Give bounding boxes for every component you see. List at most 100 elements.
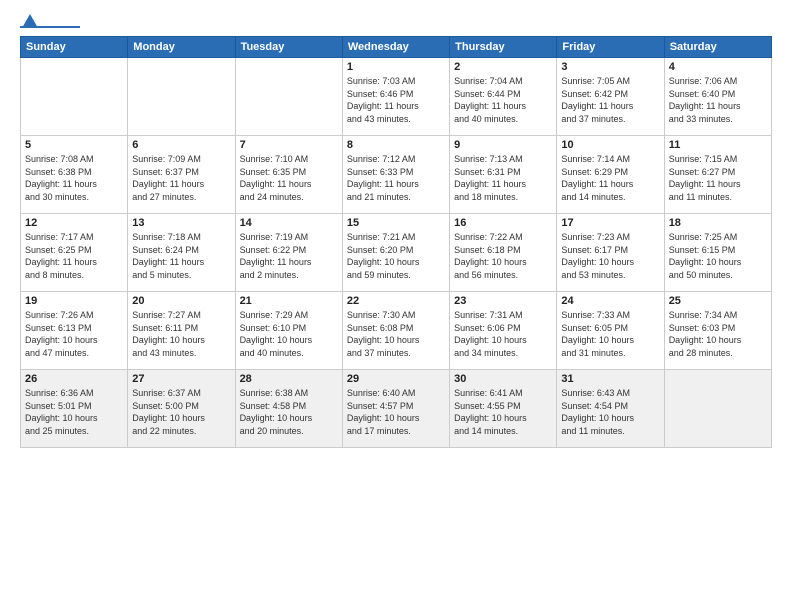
logo	[20, 18, 80, 28]
day-info: Sunrise: 7:34 AM Sunset: 6:03 PM Dayligh…	[669, 309, 767, 359]
day-info: Sunrise: 7:30 AM Sunset: 6:08 PM Dayligh…	[347, 309, 445, 359]
logo-line	[20, 26, 80, 28]
day-number: 20	[132, 295, 230, 307]
day-info: Sunrise: 7:12 AM Sunset: 6:33 PM Dayligh…	[347, 153, 445, 203]
day-number: 1	[347, 61, 445, 73]
day-number: 10	[561, 139, 659, 151]
calendar-cell: 25 Sunrise: 7:34 AM Sunset: 6:03 PM Dayli…	[664, 292, 771, 370]
calendar-cell	[664, 370, 771, 448]
calendar-cell: 10 Sunrise: 7:14 AM Sunset: 6:29 PM Dayli…	[557, 136, 664, 214]
weekday-header-saturday: Saturday	[664, 37, 771, 58]
week-row-4: 19 Sunrise: 7:26 AM Sunset: 6:13 PM Dayli…	[21, 292, 772, 370]
calendar-cell: 13 Sunrise: 7:18 AM Sunset: 6:24 PM Dayli…	[128, 214, 235, 292]
day-number: 23	[454, 295, 552, 307]
page: SundayMondayTuesdayWednesdayThursdayFrid…	[0, 0, 792, 612]
day-info: Sunrise: 7:31 AM Sunset: 6:06 PM Dayligh…	[454, 309, 552, 359]
calendar-cell: 29 Sunrise: 6:40 AM Sunset: 4:57 PM Dayli…	[342, 370, 449, 448]
calendar-cell: 12 Sunrise: 7:17 AM Sunset: 6:25 PM Dayli…	[21, 214, 128, 292]
calendar-cell: 27 Sunrise: 6:37 AM Sunset: 5:00 PM Dayli…	[128, 370, 235, 448]
day-info: Sunrise: 7:26 AM Sunset: 6:13 PM Dayligh…	[25, 309, 123, 359]
calendar-cell: 18Sunrise: 7:25 AM Sunset: 6:15 PM Dayli…	[664, 214, 771, 292]
calendar-cell	[21, 58, 128, 136]
day-number: 21	[240, 295, 338, 307]
calendar-cell: 15 Sunrise: 7:21 AM Sunset: 6:20 PM Dayli…	[342, 214, 449, 292]
day-number: 30	[454, 373, 552, 385]
day-number: 6	[132, 139, 230, 151]
weekday-header-sunday: Sunday	[21, 37, 128, 58]
day-info: Sunrise: 6:37 AM Sunset: 5:00 PM Dayligh…	[132, 387, 230, 437]
day-info: Sunrise: 7:03 AM Sunset: 6:46 PM Dayligh…	[347, 75, 445, 125]
day-number: 28	[240, 373, 338, 385]
week-row-2: 5 Sunrise: 7:08 AM Sunset: 6:38 PM Daylig…	[21, 136, 772, 214]
day-number: 9	[454, 139, 552, 151]
day-info: Sunrise: 6:43 AM Sunset: 4:54 PM Dayligh…	[561, 387, 659, 437]
day-number: 14	[240, 217, 338, 229]
calendar-cell: 11Sunrise: 7:15 AM Sunset: 6:27 PM Dayli…	[664, 136, 771, 214]
week-row-1: 1 Sunrise: 7:03 AM Sunset: 6:46 PM Daylig…	[21, 58, 772, 136]
day-info: Sunrise: 7:10 AM Sunset: 6:35 PM Dayligh…	[240, 153, 338, 203]
day-info: Sunrise: 7:06 AM Sunset: 6:40 PM Dayligh…	[669, 75, 767, 125]
day-number: 31	[561, 373, 659, 385]
day-number: 24	[561, 295, 659, 307]
day-info: Sunrise: 7:08 AM Sunset: 6:38 PM Dayligh…	[25, 153, 123, 203]
calendar-cell: 17Sunrise: 7:23 AM Sunset: 6:17 PM Dayli…	[557, 214, 664, 292]
day-number: 19	[25, 295, 123, 307]
day-number: 29	[347, 373, 445, 385]
day-number: 7	[240, 139, 338, 151]
calendar-cell: 20Sunrise: 7:27 AM Sunset: 6:11 PM Dayli…	[128, 292, 235, 370]
calendar-cell: 24 Sunrise: 7:33 AM Sunset: 6:05 PM Dayli…	[557, 292, 664, 370]
calendar-cell: 6 Sunrise: 7:09 AM Sunset: 6:37 PM Daylig…	[128, 136, 235, 214]
day-info: Sunrise: 6:41 AM Sunset: 4:55 PM Dayligh…	[454, 387, 552, 437]
day-number: 16	[454, 217, 552, 229]
calendar-cell: 4 Sunrise: 7:06 AM Sunset: 6:40 PM Daylig…	[664, 58, 771, 136]
day-info: Sunrise: 7:22 AM Sunset: 6:18 PM Dayligh…	[454, 231, 552, 281]
day-number: 18	[669, 217, 767, 229]
day-number: 27	[132, 373, 230, 385]
day-info: Sunrise: 7:21 AM Sunset: 6:20 PM Dayligh…	[347, 231, 445, 281]
calendar-cell: 16 Sunrise: 7:22 AM Sunset: 6:18 PM Dayli…	[450, 214, 557, 292]
day-info: Sunrise: 6:38 AM Sunset: 4:58 PM Dayligh…	[240, 387, 338, 437]
weekday-header-monday: Monday	[128, 37, 235, 58]
header	[20, 18, 772, 28]
day-number: 5	[25, 139, 123, 151]
calendar-cell	[235, 58, 342, 136]
day-number: 13	[132, 217, 230, 229]
day-info: Sunrise: 7:29 AM Sunset: 6:10 PM Dayligh…	[240, 309, 338, 359]
day-number: 15	[347, 217, 445, 229]
day-info: Sunrise: 6:36 AM Sunset: 5:01 PM Dayligh…	[25, 387, 123, 437]
weekday-header-thursday: Thursday	[450, 37, 557, 58]
day-number: 12	[25, 217, 123, 229]
day-number: 25	[669, 295, 767, 307]
calendar-cell: 7 Sunrise: 7:10 AM Sunset: 6:35 PM Daylig…	[235, 136, 342, 214]
week-row-3: 12 Sunrise: 7:17 AM Sunset: 6:25 PM Dayli…	[21, 214, 772, 292]
day-info: Sunrise: 7:09 AM Sunset: 6:37 PM Dayligh…	[132, 153, 230, 203]
day-number: 2	[454, 61, 552, 73]
calendar-cell: 2 Sunrise: 7:04 AM Sunset: 6:44 PM Daylig…	[450, 58, 557, 136]
calendar-cell: 8Sunrise: 7:12 AM Sunset: 6:33 PM Daylig…	[342, 136, 449, 214]
weekday-header-row: SundayMondayTuesdayWednesdayThursdayFrid…	[21, 37, 772, 58]
day-info: Sunrise: 7:17 AM Sunset: 6:25 PM Dayligh…	[25, 231, 123, 281]
calendar-cell: 30 Sunrise: 6:41 AM Sunset: 4:55 PM Dayli…	[450, 370, 557, 448]
day-info: Sunrise: 7:04 AM Sunset: 6:44 PM Dayligh…	[454, 75, 552, 125]
calendar-cell: 1 Sunrise: 7:03 AM Sunset: 6:46 PM Daylig…	[342, 58, 449, 136]
day-info: Sunrise: 7:13 AM Sunset: 6:31 PM Dayligh…	[454, 153, 552, 203]
weekday-header-friday: Friday	[557, 37, 664, 58]
day-number: 4	[669, 61, 767, 73]
calendar-cell: 21 Sunrise: 7:29 AM Sunset: 6:10 PM Dayli…	[235, 292, 342, 370]
day-info: Sunrise: 6:40 AM Sunset: 4:57 PM Dayligh…	[347, 387, 445, 437]
day-number: 26	[25, 373, 123, 385]
calendar-cell: 28 Sunrise: 6:38 AM Sunset: 4:58 PM Dayli…	[235, 370, 342, 448]
day-number: 22	[347, 295, 445, 307]
day-info: Sunrise: 7:14 AM Sunset: 6:29 PM Dayligh…	[561, 153, 659, 203]
calendar-cell: 19 Sunrise: 7:26 AM Sunset: 6:13 PM Dayli…	[21, 292, 128, 370]
day-info: Sunrise: 7:05 AM Sunset: 6:42 PM Dayligh…	[561, 75, 659, 125]
day-info: Sunrise: 7:18 AM Sunset: 6:24 PM Dayligh…	[132, 231, 230, 281]
calendar-cell: 9 Sunrise: 7:13 AM Sunset: 6:31 PM Daylig…	[450, 136, 557, 214]
week-row-5: 26 Sunrise: 6:36 AM Sunset: 5:01 PM Dayli…	[21, 370, 772, 448]
calendar-cell: 23 Sunrise: 7:31 AM Sunset: 6:06 PM Dayli…	[450, 292, 557, 370]
day-info: Sunrise: 7:33 AM Sunset: 6:05 PM Dayligh…	[561, 309, 659, 359]
calendar-cell: 14Sunrise: 7:19 AM Sunset: 6:22 PM Dayli…	[235, 214, 342, 292]
day-number: 3	[561, 61, 659, 73]
weekday-header-tuesday: Tuesday	[235, 37, 342, 58]
day-number: 11	[669, 139, 767, 151]
